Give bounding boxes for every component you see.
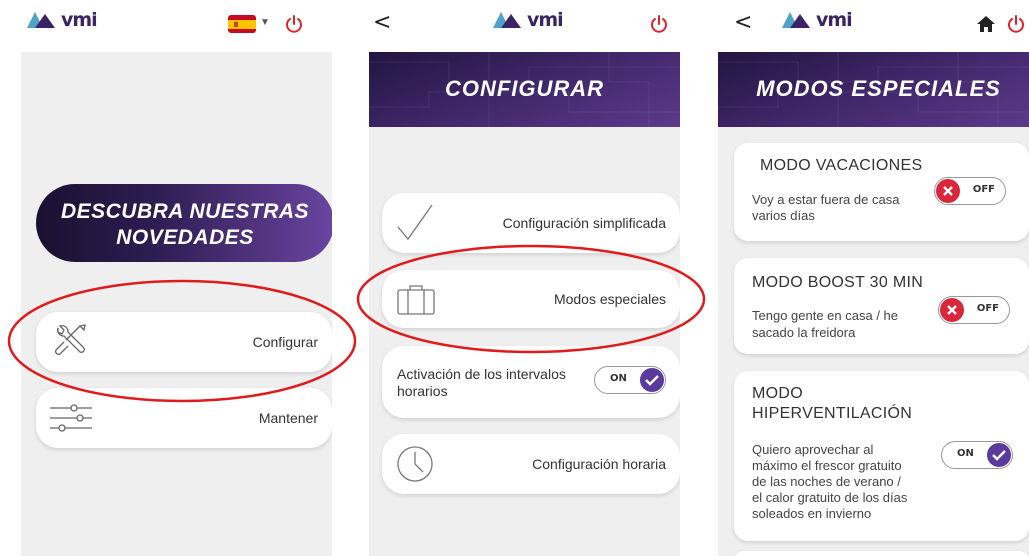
top-bar: vmi ▼ [21, 0, 332, 52]
item-label: Modos especiales [553, 291, 666, 307]
home-icon[interactable] [976, 14, 996, 34]
logo-mark-icon [782, 12, 810, 28]
card-next-partial [734, 551, 1029, 556]
check-icon [987, 443, 1011, 467]
promo-line-1: DESCUBRA NUESTRAS [60, 200, 310, 223]
toggle-state: ON [610, 373, 627, 384]
logo-text: vmi [527, 9, 564, 31]
spain-flag-icon[interactable] [228, 15, 256, 33]
logo-mark-icon [493, 12, 521, 28]
power-icon[interactable] [1006, 14, 1026, 34]
logo-text: vmi [816, 9, 853, 31]
menu-item-mantener[interactable]: Mantener [36, 388, 332, 448]
vmi-logo: vmi [782, 9, 853, 31]
tools-icon [55, 324, 86, 355]
card-desc-line2: máximo el frescor gratuito [752, 458, 902, 473]
x-icon [936, 179, 960, 203]
item-configuracion-simplificada[interactable]: Configuración simplificada [382, 193, 680, 253]
card-desc-line1: Tengo gente en casa / he [752, 308, 899, 323]
card-modo-vacaciones: MODO VACACIONES Voy a estar fuera de cas… [734, 143, 1029, 241]
toggle-state: OFF [972, 184, 995, 195]
card-desc-line4: el calor gratuito de los días [752, 490, 908, 505]
item-configuracion-horaria[interactable]: Configuración horaria [382, 434, 680, 494]
x-icon [940, 298, 964, 322]
vmi-logo: vmi [493, 9, 564, 31]
card-desc-line1: Quiero aprovechar al [752, 442, 874, 457]
configurar-screen: < vmi CONFIGURAR Configuración simplific… [369, 0, 680, 556]
back-arrow-icon[interactable]: < [734, 12, 752, 34]
boost-toggle[interactable]: OFF [938, 296, 1010, 324]
modos-especiales-screen: < vmi MODOS ESPECIALES MODO VACACIONES V… [718, 0, 1029, 556]
card-desc-line5: soleados en invierno [752, 506, 872, 521]
logo-text: vmi [61, 9, 98, 31]
checkmark-icon [397, 204, 433, 241]
toggle-state: OFF [976, 303, 999, 314]
card-modo-hiperventilacion: MODO HIPERVENTILACIÓN Quiero aprovechar … [734, 371, 1029, 541]
item-label-line1: Activación de los intervalos [397, 366, 566, 382]
power-icon[interactable] [649, 14, 669, 34]
card-desc-line2: varios días [752, 208, 815, 223]
vmi-logo: vmi [27, 9, 98, 31]
page-title: CONFIGURAR [444, 76, 605, 101]
hiperventilacion-toggle[interactable]: ON [941, 441, 1013, 469]
item-label-line2: horarios [397, 383, 448, 399]
logo-mark-icon [27, 12, 55, 28]
clock-icon [397, 446, 433, 482]
item-label: Configuración horaria [532, 456, 666, 472]
card-title-line1: MODO [752, 385, 803, 402]
home-screen: vmi ▼ DESCUBRA NUESTRAS NOVEDADES Config… [21, 0, 332, 556]
menu-item-label: Mantener [258, 410, 318, 426]
menu-item-label: Configurar [252, 334, 318, 350]
card-desc-line3: de las noches de verano / [752, 474, 901, 489]
back-arrow-icon[interactable]: < [373, 12, 391, 34]
card-title: MODO VACACIONES [760, 157, 923, 174]
intervalos-toggle[interactable]: ON [594, 366, 666, 394]
top-bar: < vmi [369, 0, 680, 52]
item-intervalos-horarios: Activación de los intervalos horarios ON [382, 346, 680, 418]
card-desc-line2: sacado la freidora [752, 325, 856, 340]
top-bar: < vmi [718, 0, 1029, 52]
news-promo-button[interactable]: DESCUBRA NUESTRAS NOVEDADES [36, 184, 332, 262]
card-desc-line1: Voy a estar fuera de casa [752, 192, 900, 207]
item-modos-especiales[interactable]: Modos especiales [382, 270, 680, 328]
vacaciones-toggle[interactable]: OFF [934, 177, 1006, 205]
card-modo-boost: MODO BOOST 30 MIN Tengo gente en casa / … [734, 258, 1029, 354]
check-icon [640, 368, 664, 392]
card-title-line2: HIPERVENTILACIÓN [752, 405, 913, 422]
page-banner: CONFIGURAR [369, 52, 680, 127]
sliders-icon [50, 404, 92, 432]
page-banner: MODOS ESPECIALES [718, 52, 1029, 127]
suitcase-icon [397, 285, 435, 315]
menu-item-configurar[interactable]: Configurar [36, 312, 332, 372]
toggle-state: ON [957, 448, 974, 459]
item-label: Configuración simplificada [502, 215, 666, 231]
page-title: MODOS ESPECIALES [756, 76, 1001, 101]
power-icon[interactable] [284, 14, 304, 34]
language-dropdown-icon[interactable]: ▼ [260, 17, 270, 28]
promo-line-2: NOVEDADES [116, 226, 254, 249]
card-title: MODO BOOST 30 MIN [752, 274, 924, 291]
